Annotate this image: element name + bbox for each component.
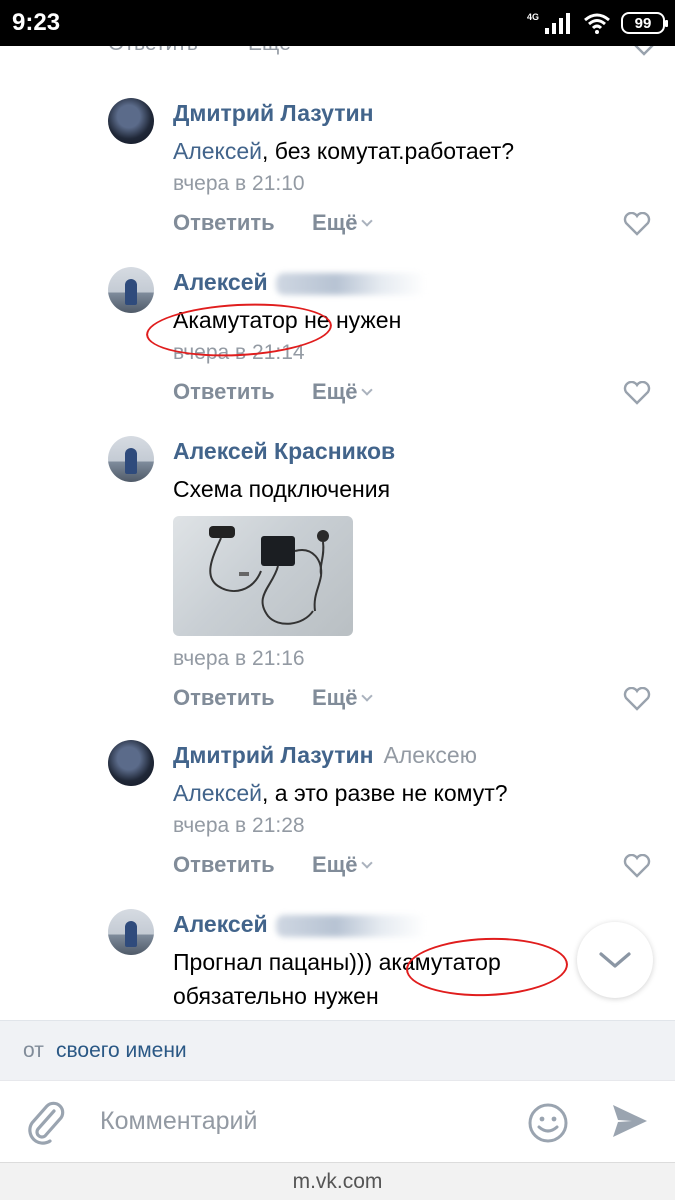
attached-photo[interactable] [173, 516, 353, 636]
chevron-down-icon [361, 215, 374, 227]
reply-button[interactable]: Ответить [173, 210, 275, 236]
comment-body: , без комутат.работает? [262, 138, 515, 164]
emoji-icon[interactable] [527, 1102, 569, 1144]
comment-composer [0, 1080, 675, 1162]
more-label: Ещё [312, 852, 358, 877]
blurred-surname [275, 914, 426, 937]
avatar[interactable] [108, 740, 154, 786]
more-label: Ещё [312, 379, 358, 404]
comment-author[interactable]: Дмитрий Лазутин [173, 742, 374, 768]
like-heart-icon[interactable] [623, 687, 651, 711]
like-heart-icon[interactable] [623, 854, 651, 878]
paperclip-icon[interactable] [24, 1099, 68, 1145]
reply-button[interactable]: Ответить [173, 379, 275, 405]
more-label: Ещё [312, 685, 358, 710]
avatar[interactable] [108, 436, 154, 482]
comment-body: , а это разве не комут? [262, 780, 508, 806]
like-heart-icon[interactable] [623, 212, 651, 236]
comment-text: Схема подключения [173, 476, 391, 502]
comment-time[interactable]: вчера в 21:16 [173, 647, 305, 671]
more-label: Ещё [312, 210, 358, 235]
status-time: 9:23 [12, 9, 61, 36]
comment-text: Прогнал пацаны))) акамутатор обязательно… [173, 945, 573, 1013]
post-as-selector[interactable]: от своего имени [0, 1020, 675, 1080]
comment-header: Алексей [173, 911, 426, 938]
browser-url-bar[interactable]: m.vk.com [0, 1162, 675, 1200]
like-heart-icon[interactable] [630, 46, 658, 56]
chevron-down-icon [599, 952, 631, 968]
comment-item: Алексей Красников Схема подключения вчер… [0, 436, 675, 736]
send-icon[interactable] [610, 1101, 650, 1141]
comment-text-line: обязательно нужен [173, 983, 379, 1009]
comment-author[interactable]: Алексей Красников [173, 438, 395, 464]
wiring-photo-image [209, 526, 329, 625]
chevron-down-icon [361, 690, 374, 702]
comment-mention[interactable]: Алексей [173, 138, 262, 164]
more-button[interactable]: Ещё [312, 379, 374, 405]
more-button[interactable]: Ещё [248, 46, 291, 56]
signal-icon [545, 13, 570, 34]
comments-feed[interactable]: Ответить Ещё Дмитрий Лазутин Алексей, бе… [0, 46, 675, 1020]
reply-button[interactable]: Ответить [173, 685, 275, 711]
comment-text: Алексей, без комутат.работает? [173, 134, 573, 168]
comment-author[interactable]: Дмитрий Лазутин [173, 100, 374, 126]
blurred-surname [275, 272, 426, 295]
more-button[interactable]: Ещё [312, 852, 374, 878]
comment-text: Акамутатор не нужен [173, 307, 402, 333]
comment-author[interactable]: Алексей [173, 269, 268, 295]
comment-header: Алексей Красников [173, 438, 395, 465]
comment-item: Алексей Акамутатор не нужен вчера в 21:1… [0, 267, 675, 427]
comment-text: Алексей, а это разве не комут? [173, 776, 573, 810]
comment-input[interactable] [100, 1101, 500, 1141]
network-type: 4G [526, 11, 539, 22]
more-button[interactable]: Ещё [312, 685, 374, 711]
avatar[interactable] [108, 267, 154, 313]
url-text: m.vk.com [292, 1170, 383, 1193]
comment-author[interactable]: Алексей [173, 911, 268, 937]
comment-header: Дмитрий Лазутин Алексею [173, 742, 477, 769]
more-button[interactable]: Ещё [312, 210, 374, 236]
previous-comment-actions: Ответить Ещё [108, 46, 668, 56]
post-as-name[interactable]: своего имени [56, 1039, 187, 1063]
comment-text-line: Прогнал пацаны))) акамутатор [173, 949, 501, 975]
wifi-icon [584, 13, 610, 34]
reply-button[interactable]: Ответить [108, 46, 198, 56]
comment-item: Дмитрий Лазутин Алексею Алексей, а это ра… [0, 740, 675, 900]
chevron-down-icon [361, 857, 374, 869]
avatar[interactable] [108, 98, 154, 144]
scroll-down-button[interactable] [577, 922, 653, 998]
status-bar: 9:23 4G 99 [0, 0, 675, 46]
comment-time[interactable]: вчера в 21:10 [173, 172, 305, 196]
status-icons: 4G 99 [526, 8, 668, 38]
comment-header: Алексей [173, 269, 426, 296]
comment-mention[interactable]: Алексей [173, 780, 262, 806]
comment-item: Дмитрий Лазутин Алексей, без комутат.раб… [0, 98, 675, 258]
chevron-down-icon [361, 384, 374, 396]
comment-time[interactable]: вчера в 21:28 [173, 814, 305, 838]
reply-to-label[interactable]: Алексею [384, 742, 477, 768]
reply-button[interactable]: Ответить [173, 852, 275, 878]
comment-header: Дмитрий Лазутин [173, 100, 374, 127]
comment-time[interactable]: вчера в 21:14 [173, 341, 305, 365]
like-heart-icon[interactable] [623, 381, 651, 405]
battery-indicator: 99 [621, 12, 668, 34]
post-as-prefix: от [23, 1039, 44, 1062]
avatar[interactable] [108, 909, 154, 955]
comment-item: Алексей Прогнал пацаны))) акамутатор обя… [0, 909, 675, 1020]
battery-level: 99 [634, 14, 652, 32]
